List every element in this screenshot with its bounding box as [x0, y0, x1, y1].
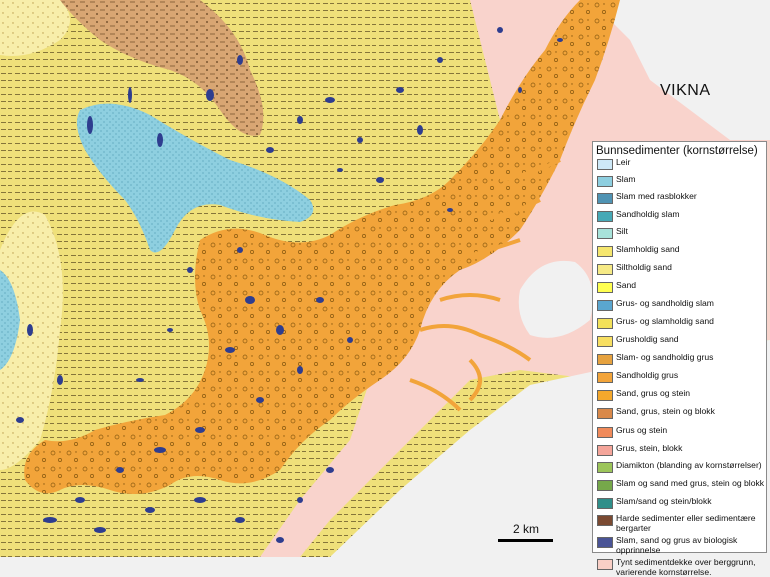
- legend-swatch: [597, 462, 613, 473]
- legend-label: Slamholdig sand: [616, 244, 680, 254]
- legend-item: Tynt sedimentdekke over berggrunn, varie…: [597, 557, 766, 577]
- legend-swatch: [597, 408, 613, 419]
- legend-swatch: [597, 480, 613, 491]
- legend-swatch: [597, 282, 613, 293]
- legend-swatch: [597, 559, 613, 570]
- legend-label: Diamikton (blanding av kornstørrelser): [616, 460, 762, 470]
- legend-label: Siltholdig sand: [616, 262, 672, 272]
- legend-item: Sandholdig slam: [597, 209, 766, 222]
- legend-swatch: [597, 390, 613, 401]
- legend-label: Grus og stein: [616, 425, 668, 435]
- legend-swatch: [597, 537, 613, 548]
- legend-swatch: [597, 318, 613, 329]
- legend-label: Sandholdig slam: [616, 209, 680, 219]
- legend-item: Slamholdig sand: [597, 244, 766, 257]
- legend-item: Leir: [597, 157, 766, 170]
- scale-label: 2 km: [512, 522, 539, 536]
- legend-label: Grus, stein, blokk: [616, 443, 683, 453]
- legend-swatch: [597, 176, 613, 187]
- legend-swatch: [597, 336, 613, 347]
- legend-item: Sandholdig grus: [597, 370, 766, 383]
- place-label-vikna: VIKNA: [660, 82, 711, 99]
- legend-swatch: [597, 427, 613, 438]
- legend-swatch: [597, 246, 613, 257]
- legend-item: Harde sedimenter eller sedimentære berga…: [597, 513, 766, 533]
- legend-label: Leir: [616, 157, 631, 167]
- legend-label: Grus- og slamholdig sand: [616, 316, 714, 326]
- legend-swatch: [597, 515, 613, 526]
- legend-label: Slam: [616, 174, 636, 184]
- legend-item: Sand, grus, stein og blokk: [597, 406, 766, 419]
- legend-label: Slam/sand og stein/blokk: [616, 496, 712, 506]
- legend-label: Slam, sand og grus av biologisk opprinne…: [616, 535, 738, 555]
- legend-item: Siltholdig sand: [597, 262, 766, 275]
- legend-swatch: [597, 264, 613, 275]
- legend-label: Sand: [616, 280, 637, 290]
- legend-item: Diamikton (blanding av kornstørrelser): [597, 460, 766, 473]
- legend-label: Slam- og sandholdig grus: [616, 352, 714, 362]
- legend-label: Harde sedimenter eller sedimentære berga…: [616, 513, 756, 533]
- legend-item: Slam, sand og grus av biologisk opprinne…: [597, 535, 766, 555]
- legend-label: Grusholdig sand: [616, 334, 679, 344]
- legend-item: Grus, stein, blokk: [597, 443, 766, 456]
- legend-swatch: [597, 159, 613, 170]
- legend-item: Slam- og sandholdig grus: [597, 352, 766, 365]
- legend-item: Slam med rasblokker: [597, 191, 766, 204]
- scale-bar-line: [498, 539, 553, 542]
- legend-swatch: [597, 211, 613, 222]
- legend-item: Grus- og sandholdig slam: [597, 298, 766, 311]
- legend-label: Silt: [616, 226, 628, 236]
- legend-label: Sand, grus, stein og blokk: [616, 406, 715, 416]
- legend-swatch: [597, 372, 613, 383]
- legend-item: Grus og stein: [597, 425, 766, 438]
- legend-swatch: [597, 498, 613, 509]
- legend-item: Grusholdig sand: [597, 334, 766, 347]
- legend-label: Tynt sedimentdekke over berggrunn, varie…: [616, 557, 756, 577]
- legend-label: Slam og sand med grus, stein og blokk: [616, 478, 765, 488]
- legend-swatch: [597, 228, 613, 239]
- legend-title: Bunnsedimenter (kornstørrelse): [596, 145, 758, 157]
- legend-item: Silt: [597, 226, 766, 239]
- legend-item: Sand, grus og stein: [597, 388, 766, 401]
- legend-item: Grus- og slamholdig sand: [597, 316, 766, 329]
- legend-label: Grus- og sandholdig slam: [616, 298, 714, 308]
- legend-item: Slam og sand med grus, stein og blokk: [597, 478, 766, 491]
- legend-swatch: [597, 300, 613, 311]
- map-legend: Bunnsedimenter (kornstørrelse) Leir Slam S…: [592, 141, 767, 576]
- legend-item: Slam: [597, 174, 766, 187]
- scale-bar: 2 km: [498, 522, 554, 544]
- legend-item: Slam/sand og stein/blokk: [597, 496, 766, 509]
- legend-label: Sand, grus og stein: [616, 388, 691, 398]
- legend-swatch: [597, 445, 613, 456]
- legend-label: Sandholdig grus: [616, 370, 679, 380]
- legend-swatch: [597, 354, 613, 365]
- legend-swatch: [597, 193, 613, 204]
- legend-label: Slam med rasblokker: [616, 191, 697, 201]
- legend-item: Sand: [597, 280, 766, 293]
